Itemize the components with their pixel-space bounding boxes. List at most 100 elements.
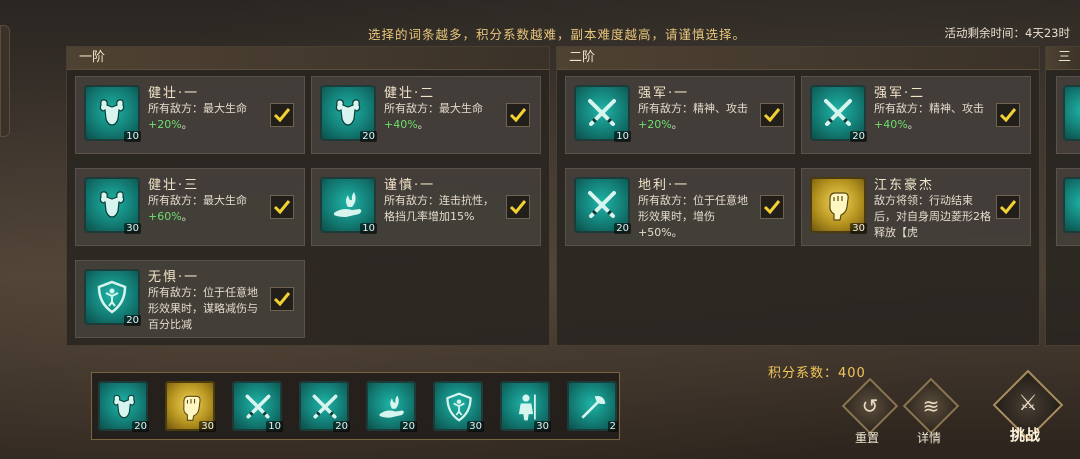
partial-card[interactable] [1056,76,1080,154]
selected-battle-axe-icon[interactable]: 2 [567,381,618,432]
crossed-swords-icon: 10 [574,85,631,142]
card-checkbox[interactable] [760,195,784,219]
card-level: 20 [614,223,631,234]
card-desc-text: 所有敌方：连击抗性，格挡几率增加15% [384,194,494,223]
card-checkbox[interactable] [996,103,1020,127]
card-level: 30 [850,223,867,234]
card-desc-text: 所有敌方：最大生命 [384,102,483,115]
card-desc-highlight: +20% [638,118,672,131]
card-title: 无惧·一 [148,270,200,285]
muscle-icon: 30 [84,177,141,234]
modifier-card[interactable]: 20 健壮·二 所有敌方：最大生命 +40%。 [311,76,541,154]
modifier-card[interactable]: 10 谨慎·一 所有敌方：连击抗性，格挡几率增加15% [311,168,541,246]
card-desc-text: 所有敌方：最大生命 [148,102,247,115]
modifier-card[interactable]: 20 地利·一 所有敌方：位于任意地形效果时，增伤+50%。 [565,168,795,246]
card-desc-text: 敌方将领：行动结束后，对自身周边菱形2格释放【虎 [874,194,991,239]
card-description: 所有敌方：位于任意地形效果时，谋略减伤与百分比减 [148,285,268,333]
fist-icon: 30 [810,177,867,234]
card-desc-text: 所有敌方：精神、攻击 [638,102,748,115]
crossed-swords-icon: ⚔ [1018,391,1038,416]
card-title: 强军·一 [638,86,690,101]
tier-title: 三 [1046,47,1080,70]
card-desc-tail: 。 [907,118,919,131]
card-desc-highlight: +20% [148,118,182,131]
crossed-swords-icon [1063,177,1080,233]
modifier-card[interactable]: 10 强军·一 所有敌方：精神、攻击 +20%。 [565,76,795,154]
card-checkbox[interactable] [506,103,530,127]
selected-level: 20 [333,421,350,432]
selected-level: 20 [132,421,149,432]
selected-level: 30 [199,421,216,432]
selected-tray: 20 30 10 20 20 30 30 2 [91,372,620,440]
card-desc-tail: 。 [417,118,429,131]
card-description: 所有敌方：最大生命 +40%。 [384,101,504,133]
scroll-icon: ≋ [922,394,940,418]
modifier-card[interactable]: 30 江东豪杰 敌方将领：行动结束后，对自身周边菱形2格释放【虎 [801,168,1031,246]
card-checkbox[interactable] [996,195,1020,219]
card-title: 地利·一 [638,178,690,193]
selected-level: 10 [266,421,283,432]
card-level: 10 [614,131,631,142]
hand-flame-icon: 10 [320,177,377,234]
selected-level: 20 [400,421,417,432]
card-checkbox[interactable] [760,103,784,127]
muscle-icon: 20 [320,85,377,142]
card-desc-tail: 。 [671,118,683,131]
event-timer: 活动剩余时间：4天23时 [944,26,1070,40]
modifier-card[interactable]: 30 健壮·三 所有敌方：最大生命 +60%。 [75,168,305,246]
card-desc-tail: 。 [181,118,193,131]
selected-fist-icon[interactable]: 30 [165,381,216,432]
tier-title: 一阶 [67,47,549,70]
card-description: 所有敌方：位于任意地形效果时，增伤+50%。 [638,193,758,241]
selected-crossed-swords-icon[interactable]: 10 [232,381,283,432]
card-description: 所有敌方：最大生命 +20%。 [148,101,268,133]
difficulty-notice: 选择的词条越多，积分系数越难，副本难度越高，请谨慎选择。 [368,27,747,42]
partial-card[interactable] [1056,168,1080,246]
card-title: 强军·二 [874,86,926,101]
card-desc-text: 所有敌方：位于任意地形效果时，谋略减伤与百分比减 [148,286,258,331]
card-desc-highlight: +40% [384,118,418,131]
card-title: 江东豪杰 [874,178,935,193]
crossed-swords-icon: 20 [810,85,867,142]
muscle-icon: 10 [84,85,141,142]
card-title: 健壮·三 [148,178,200,193]
card-description: 所有敌方：精神、攻击 +20%。 [638,101,758,133]
card-level: 10 [124,131,141,142]
selected-warrior-icon[interactable]: 30 [500,381,551,432]
card-level: 20 [850,131,867,142]
modifier-card[interactable]: 10 健壮·一 所有敌方：最大生命 +20%。 [75,76,305,154]
crossed-swords-icon [1063,85,1080,141]
card-title: 谨慎·一 [384,178,436,193]
card-title: 健壮·二 [384,86,436,101]
card-description: 所有敌方：连击抗性，格挡几率增加15% [384,193,504,225]
selected-shield-icon[interactable]: 30 [433,381,484,432]
selected-level: 2 [607,421,618,432]
side-drawer-handle[interactable] [0,25,10,137]
card-title: 健壮·一 [148,86,200,101]
card-checkbox[interactable] [270,195,294,219]
card-desc-text: 所有敌方：位于任意地形效果时，增伤+50%。 [638,194,748,239]
selected-level: 30 [467,421,484,432]
score-coefficient: 积分系数：400 [768,366,866,381]
modifier-card[interactable]: 20 强军·二 所有敌方：精神、攻击 +40%。 [801,76,1031,154]
selected-hand-flame-icon[interactable]: 20 [366,381,417,432]
reset-label: 重置 [855,431,880,445]
card-level: 30 [124,223,141,234]
card-level: 10 [360,223,377,234]
card-desc-tail: 。 [181,210,193,223]
selected-muscle-icon[interactable]: 20 [98,381,149,432]
crossed-swords-icon: 20 [574,177,631,234]
details-label: 详情 [917,431,942,445]
card-description: 所有敌方：最大生命 +60%。 [148,193,268,225]
card-description: 敌方将领：行动结束后，对自身周边菱形2格释放【虎 [874,193,994,241]
card-checkbox[interactable] [270,103,294,127]
card-checkbox[interactable] [270,287,294,311]
card-desc-highlight: +40% [874,118,908,131]
selected-level: 30 [534,421,551,432]
challenge-label: 挑战 [1010,426,1041,444]
modifier-card[interactable]: 20 无惧·一 所有敌方：位于任意地形效果时，谋略减伤与百分比减 [75,260,305,338]
card-level: 20 [124,315,141,326]
card-desc-text: 所有敌方：精神、攻击 [874,102,984,115]
selected-crossed-swords-icon[interactable]: 20 [299,381,350,432]
card-checkbox[interactable] [506,195,530,219]
